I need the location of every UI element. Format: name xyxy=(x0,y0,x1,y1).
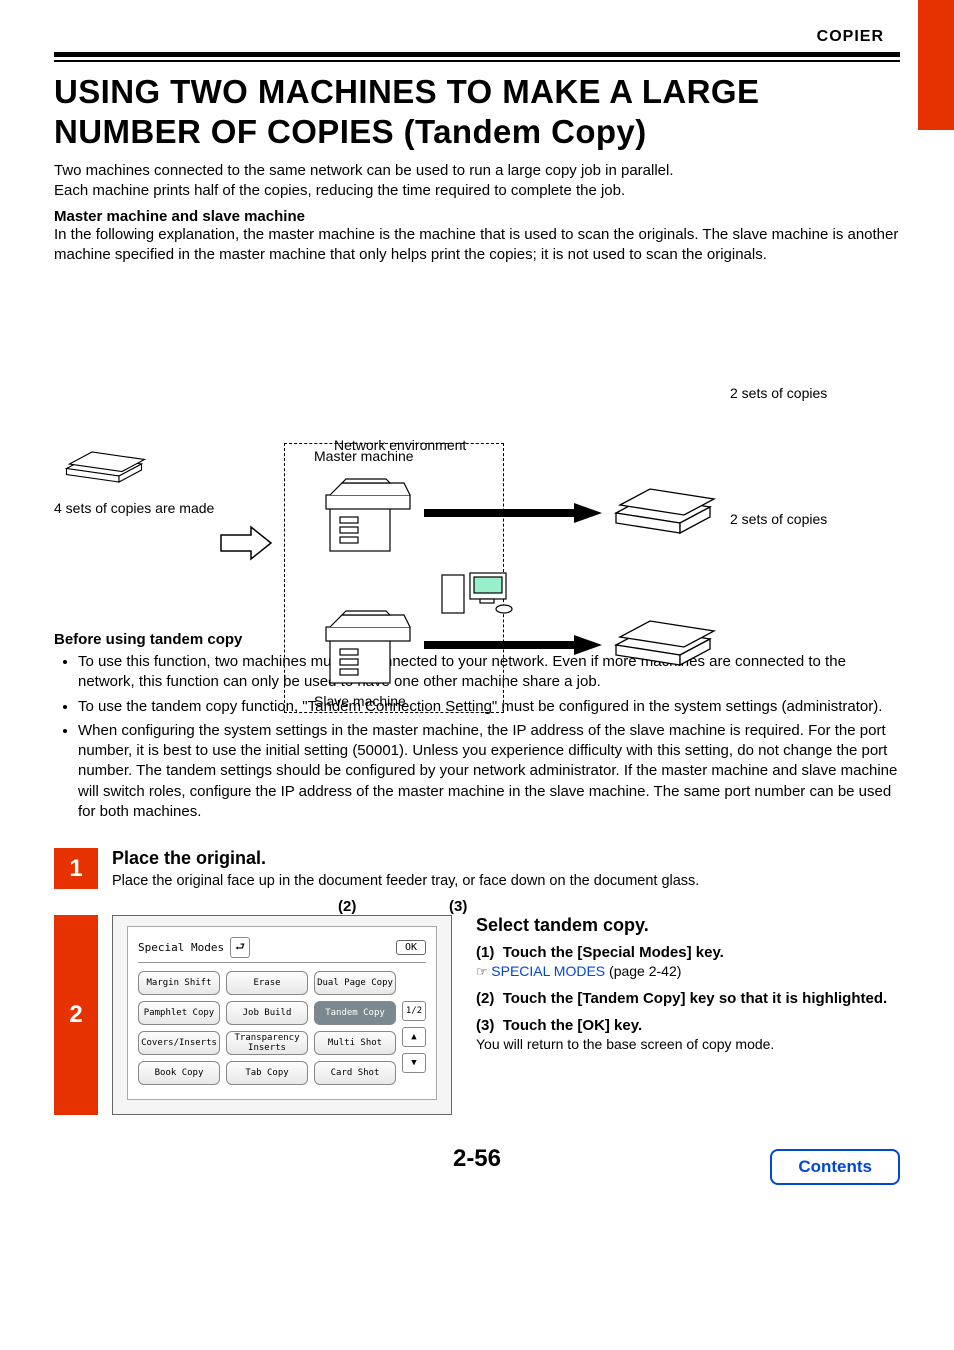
instr-1: (1) Touch the [Special Modes] key. xyxy=(476,944,724,961)
contents-button[interactable]: Contents xyxy=(770,1149,900,1185)
intro-2: Each machine prints half of the copies, … xyxy=(54,181,900,201)
arrow-icon xyxy=(216,523,276,563)
step-number: 2 xyxy=(54,915,98,1115)
transparency-inserts-button[interactable]: Transparency Inserts xyxy=(226,1031,308,1055)
section-header: COPIER xyxy=(54,28,900,46)
callout-2: (2) xyxy=(338,898,356,915)
step-1-desc: Place the original face up in the docume… xyxy=(112,873,900,889)
computer-icon xyxy=(440,569,524,619)
tab-copy-button[interactable]: Tab Copy xyxy=(226,1061,308,1085)
multi-shot-button[interactable]: Multi Shot xyxy=(314,1031,396,1055)
list-item: When configuring the system settings in … xyxy=(78,721,900,822)
pointer-icon: ☞ xyxy=(476,964,491,979)
book-copy-button[interactable]: Book Copy xyxy=(138,1061,220,1085)
pamphlet-copy-button[interactable]: Pamphlet Copy xyxy=(138,1001,220,1025)
scroll-down-button[interactable]: ▼ xyxy=(402,1053,426,1073)
margin-shift-button[interactable]: Margin Shift xyxy=(138,971,220,995)
network-label: Network environment xyxy=(334,437,466,453)
step-1-title: Place the original. xyxy=(112,848,900,869)
panel-back-icon[interactable]: ⮐ xyxy=(230,937,250,958)
right-lower-caption: 2 sets of copies xyxy=(730,511,900,527)
special-modes-link[interactable]: SPECIAL MODES xyxy=(491,963,605,979)
step-1: 1 Place the original. Place the original… xyxy=(54,848,900,889)
scroll-up-button[interactable]: ▲ xyxy=(402,1027,426,1047)
instr-3-sub: You will return to the base screen of co… xyxy=(476,1036,887,1052)
step-2-instructions: Select tandem copy. (1) Touch the [Speci… xyxy=(476,915,887,1115)
job-build-button[interactable]: Job Build xyxy=(226,1001,308,1025)
panel-title-text: Special Modes xyxy=(138,941,224,954)
erase-button[interactable]: Erase xyxy=(226,971,308,995)
touchscreen-panel: (2) (3) Special Modes ⮐ OK Margin Shift … xyxy=(112,915,452,1115)
subsection-text: In the following explanation, the master… xyxy=(54,225,900,266)
right-upper-caption: 2 sets of copies xyxy=(730,385,900,401)
paper-stack-icon xyxy=(54,431,154,491)
section-tab xyxy=(918,0,954,130)
page-indicator: 1/2 xyxy=(402,1001,426,1021)
page-title: USING TWO MACHINES TO MAKE A LARGE NUMBE… xyxy=(54,72,900,151)
subsection-title: Master machine and slave machine xyxy=(54,208,900,225)
tandem-copy-button[interactable]: Tandem Copy xyxy=(314,1001,396,1025)
tandem-diagram: 4 sets of copies are made Master machine xyxy=(54,283,900,603)
step-number: 1 xyxy=(54,848,98,889)
rule xyxy=(54,52,900,62)
slave-label: Slave machine xyxy=(314,693,406,709)
step-2-title: Select tandem copy. xyxy=(476,915,887,936)
diagram-left-caption: 4 sets of copies are made xyxy=(54,500,224,516)
dual-page-copy-button[interactable]: Dual Page Copy xyxy=(314,971,396,995)
intro-1: Two machines connected to the same netwo… xyxy=(54,161,900,181)
instr-3: (3) Touch the [OK] key. xyxy=(476,1017,642,1034)
link-suffix: (page 2-42) xyxy=(605,963,681,979)
paper-stack-icon xyxy=(608,599,718,679)
arrow-solid-icon xyxy=(424,503,604,523)
instr-2: (2) Touch the [Tandem Copy] key so that … xyxy=(476,990,887,1007)
ok-button[interactable]: OK xyxy=(396,940,426,955)
paper-stack-icon xyxy=(608,467,718,547)
arrow-solid-icon xyxy=(424,635,604,655)
copier-icon xyxy=(324,471,414,557)
copier-icon xyxy=(324,603,414,689)
callout-3: (3) xyxy=(449,898,467,915)
card-shot-button[interactable]: Card Shot xyxy=(314,1061,396,1085)
step-2: 2 (2) (3) Special Modes ⮐ OK Margin Shif… xyxy=(54,915,900,1115)
covers-inserts-button[interactable]: Covers/Inserts xyxy=(138,1031,220,1055)
